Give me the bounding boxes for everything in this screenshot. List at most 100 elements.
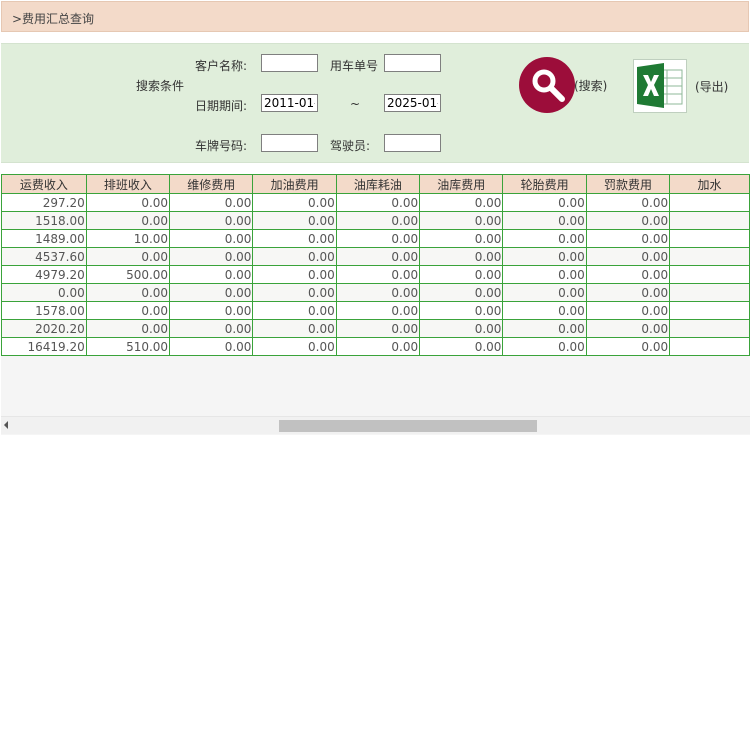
table-row[interactable]: 2020.20 0.00 0.00 0.00 0.00 0.00 0.00 0.00 bbox=[1, 319, 750, 338]
table-row[interactable]: 16419.20 510.00 0.00 0.00 0.00 0.00 0.00 0.00 bbox=[1, 337, 750, 356]
table-cell: 0.00 bbox=[85, 283, 171, 302]
table-cell: 0.00 bbox=[419, 283, 504, 302]
table-cell: 0.00 bbox=[252, 229, 337, 248]
search-button[interactable] bbox=[519, 57, 575, 113]
table-cell: 10.00 bbox=[85, 229, 171, 248]
page-title-bar: >费用汇总查询 bbox=[1, 1, 749, 32]
table-cell: 0.00 bbox=[502, 337, 587, 356]
table-cell: 2020.20 bbox=[1, 319, 87, 338]
table-cell: 0.00 bbox=[252, 193, 337, 212]
table-cell bbox=[669, 283, 750, 302]
date-separator: ~ bbox=[350, 97, 361, 111]
table-cell: 0.00 bbox=[419, 319, 504, 338]
table-cell bbox=[669, 247, 750, 266]
order-number-label: 用车单号 bbox=[330, 59, 379, 73]
table-cell bbox=[669, 301, 750, 320]
table-cell: 0.00 bbox=[419, 211, 504, 230]
table-cell: 0.00 bbox=[502, 193, 587, 212]
search-button-label[interactable]: (搜索) bbox=[574, 77, 607, 94]
table-cell: 1518.00 bbox=[1, 211, 87, 230]
column-header[interactable]: 维修费用 bbox=[169, 174, 254, 194]
page-title: >费用汇总查询 bbox=[12, 12, 95, 26]
table-cell: 0.00 bbox=[252, 247, 337, 266]
table-body: 297.20 0.00 0.00 0.00 0.00 0.00 0.00 0.00 1518.0… bbox=[1, 193, 750, 356]
table-cell: 0.00 bbox=[85, 193, 171, 212]
table-cell: 0.00 bbox=[419, 337, 504, 356]
table-header-row: 运费收入 排班收入 维修费用 加油费用 油库耗油 油库费用 轮胎费用 罚款费用 加水 bbox=[1, 174, 750, 194]
table-cell: 0.00 bbox=[419, 247, 504, 266]
table-cell: 0.00 bbox=[502, 265, 587, 284]
table-cell: 0.00 bbox=[335, 193, 421, 212]
table-cell bbox=[669, 319, 750, 338]
table-cell: 4537.60 bbox=[1, 247, 87, 266]
table-cell bbox=[669, 337, 750, 356]
table-cell: 0.00 bbox=[169, 211, 254, 230]
search-section-label: 搜索条件 bbox=[136, 79, 185, 93]
table-cell: 0.00 bbox=[585, 193, 671, 212]
column-header[interactable]: 加水 bbox=[669, 174, 750, 194]
table-cell bbox=[669, 193, 750, 212]
table-cell: 0.00 bbox=[169, 265, 254, 284]
table-cell: 0.00 bbox=[85, 211, 171, 230]
table-cell: 510.00 bbox=[85, 337, 171, 356]
table-cell: 0.00 bbox=[585, 283, 671, 302]
table-row[interactable]: 1489.00 10.00 0.00 0.00 0.00 0.00 0.00 0.00 bbox=[1, 229, 750, 248]
table-cell: 0.00 bbox=[169, 283, 254, 302]
table-cell: 0.00 bbox=[585, 301, 671, 320]
table-cell: 0.00 bbox=[252, 337, 337, 356]
driver-label: 驾驶员: bbox=[330, 139, 371, 153]
order-number-input[interactable] bbox=[384, 54, 441, 72]
table-cell: 0.00 bbox=[585, 265, 671, 284]
table-cell: 0.00 bbox=[585, 319, 671, 338]
table-cell: 0.00 bbox=[85, 319, 171, 338]
table-cell: 297.20 bbox=[1, 193, 87, 212]
scroll-left-arrow-icon[interactable] bbox=[4, 421, 8, 429]
table-cell: 0.00 bbox=[169, 229, 254, 248]
table-row[interactable]: 297.20 0.00 0.00 0.00 0.00 0.00 0.00 0.00 bbox=[1, 193, 750, 212]
table-cell: 0.00 bbox=[502, 247, 587, 266]
excel-icon bbox=[637, 63, 683, 108]
table-cell: 4979.20 bbox=[1, 265, 87, 284]
table-cell: 0.00 bbox=[335, 247, 421, 266]
column-header[interactable]: 油库费用 bbox=[419, 174, 504, 194]
table-cell: 0.00 bbox=[85, 301, 171, 320]
table-cell: 0.00 bbox=[335, 211, 421, 230]
table-cell: 0.00 bbox=[85, 247, 171, 266]
table-cell: 16419.20 bbox=[1, 337, 87, 356]
date-from-input[interactable] bbox=[261, 94, 318, 112]
column-header[interactable]: 排班收入 bbox=[85, 174, 171, 194]
table-cell: 0.00 bbox=[169, 337, 254, 356]
table-cell: 0.00 bbox=[585, 211, 671, 230]
export-button-label[interactable]: (导出) bbox=[695, 78, 728, 95]
table-cell: 0.00 bbox=[419, 193, 504, 212]
table-cell: 0.00 bbox=[335, 337, 421, 356]
scrollbar-thumb[interactable] bbox=[279, 420, 537, 432]
export-button[interactable] bbox=[633, 59, 687, 113]
customer-input[interactable] bbox=[261, 54, 318, 72]
column-header[interactable]: 加油费用 bbox=[252, 174, 337, 194]
table-cell: 0.00 bbox=[419, 301, 504, 320]
customer-label: 客户名称: bbox=[195, 59, 248, 73]
table-cell: 0.00 bbox=[502, 229, 587, 248]
horizontal-scrollbar[interactable] bbox=[1, 416, 750, 434]
table-cell bbox=[669, 229, 750, 248]
column-header[interactable]: 罚款费用 bbox=[585, 174, 671, 194]
table-row[interactable]: 1578.00 0.00 0.00 0.00 0.00 0.00 0.00 0.00 bbox=[1, 301, 750, 320]
driver-input[interactable] bbox=[384, 134, 441, 152]
table-cell: 0.00 bbox=[502, 283, 587, 302]
table-row[interactable]: 4979.20 500.00 0.00 0.00 0.00 0.00 0.00 0.00 bbox=[1, 265, 750, 284]
column-header[interactable]: 轮胎费用 bbox=[502, 174, 587, 194]
plate-label: 车牌号码: bbox=[195, 139, 248, 153]
date-to-input[interactable] bbox=[384, 94, 441, 112]
plate-input[interactable] bbox=[261, 134, 318, 152]
table-row[interactable]: 4537.60 0.00 0.00 0.00 0.00 0.00 0.00 0.00 bbox=[1, 247, 750, 266]
table-cell: 0.00 bbox=[252, 283, 337, 302]
table-cell: 0.00 bbox=[252, 319, 337, 338]
table-row[interactable]: 1518.00 0.00 0.00 0.00 0.00 0.00 0.00 0.00 bbox=[1, 211, 750, 230]
column-header[interactable]: 油库耗油 bbox=[335, 174, 421, 194]
table-row[interactable]: 0.00 0.00 0.00 0.00 0.00 0.00 0.00 0.00 bbox=[1, 283, 750, 302]
table-cell: 1578.00 bbox=[1, 301, 87, 320]
column-header[interactable]: 运费收入 bbox=[1, 174, 87, 194]
table-cell: 0.00 bbox=[502, 319, 587, 338]
results-table: 运费收入 排班收入 维修费用 加油费用 油库耗油 油库费用 轮胎费用 罚款费用 加水 297.2… bbox=[1, 174, 750, 356]
